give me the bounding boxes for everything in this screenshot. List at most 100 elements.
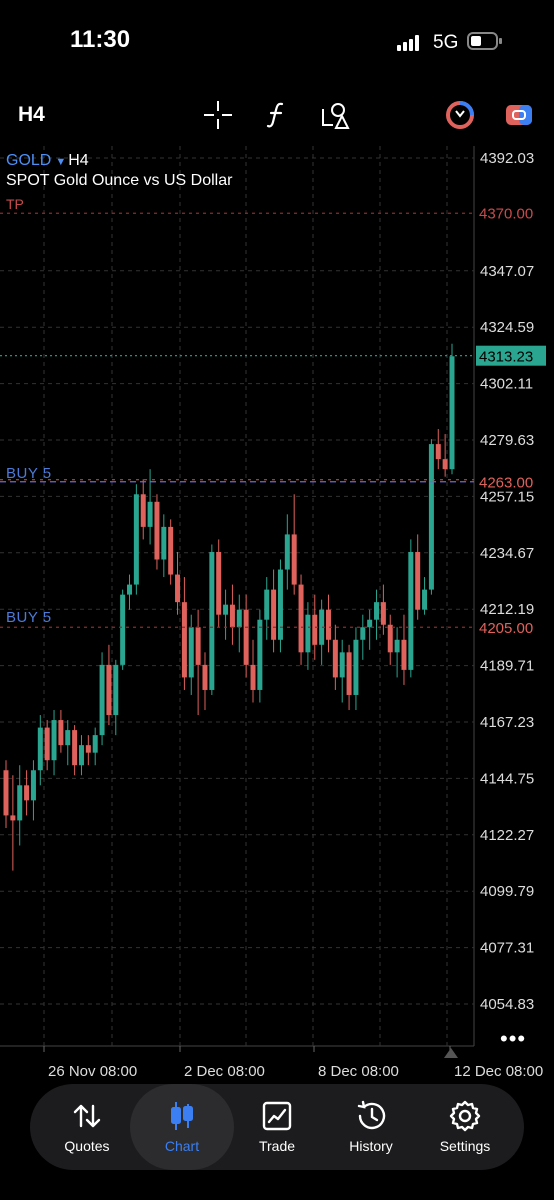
tab-history[interactable]: History — [326, 1084, 416, 1170]
candle-body — [442, 459, 448, 470]
candle-body — [140, 494, 146, 527]
candle-body — [24, 785, 30, 801]
candle-body — [44, 727, 50, 761]
candle-body — [325, 609, 331, 640]
candle-body — [216, 551, 222, 615]
candle-body — [428, 444, 434, 590]
tab-settings[interactable]: Settings — [420, 1084, 510, 1170]
candle-body — [106, 664, 112, 716]
candle-body — [58, 720, 64, 746]
symbol-dropdown-icon[interactable]: ▼ — [55, 156, 66, 168]
time-tick-label: 12 Dec 08:00 — [454, 1063, 543, 1080]
network-type: 5G — [433, 32, 459, 53]
candle-body — [30, 770, 36, 801]
candle-body — [360, 627, 366, 640]
gear-icon — [449, 1100, 481, 1132]
candle-body — [10, 815, 16, 821]
signal-icon — [397, 35, 423, 51]
symbol-name[interactable]: GOLD — [6, 152, 51, 169]
candle-body — [168, 526, 174, 575]
tab-label-settings: Settings — [439, 1138, 491, 1154]
tab-quotes[interactable]: Quotes — [42, 1084, 132, 1170]
price-tick-label: 4279.63 — [480, 432, 534, 449]
candle-body — [387, 624, 393, 653]
candle-body — [147, 501, 153, 527]
indicator-function-icon[interactable] — [260, 98, 294, 132]
one-click-trade-icon[interactable] — [502, 98, 536, 132]
candle-body — [120, 594, 126, 665]
candle-body — [277, 569, 283, 640]
candle-body — [449, 356, 455, 470]
symbol-timeframe: H4 — [68, 152, 89, 169]
symbol-header[interactable]: GOLD ▼ H4 — [6, 152, 89, 170]
candle-body — [257, 619, 263, 690]
candle-body — [243, 609, 249, 665]
candle-body — [312, 614, 318, 645]
candle-body — [17, 785, 23, 821]
price-tick-label: 4167.23 — [480, 714, 534, 731]
order-label-buy-1[interactable]: BUY 5 — [6, 465, 52, 482]
candle-body — [380, 602, 386, 625]
arrows-updown-icon — [73, 1104, 101, 1128]
candle-body — [113, 664, 119, 716]
price-tick-label: 4077.31 — [480, 940, 534, 957]
candle-body — [127, 584, 133, 595]
candle-body — [401, 639, 407, 670]
more-options-icon[interactable]: ••• — [500, 1026, 526, 1052]
line-chart-box-icon — [262, 1101, 292, 1131]
order-label-buy-2[interactable]: BUY 5 — [6, 609, 52, 626]
candle-body — [271, 589, 277, 640]
candle-body — [435, 444, 441, 460]
buy-price-label-1: 4263.00 — [479, 475, 533, 492]
time-tick-label: 26 Nov 08:00 — [48, 1063, 137, 1080]
crosshair-icon[interactable] — [201, 98, 235, 132]
status-time: 11:30 — [70, 26, 131, 53]
timeframe-selector[interactable]: H4 — [18, 103, 45, 127]
candle-body — [284, 534, 290, 570]
candle-body — [298, 584, 304, 653]
candle-body — [415, 551, 421, 610]
price-tick-label: 4234.67 — [480, 545, 534, 562]
candle-body — [65, 730, 71, 746]
candle-body — [195, 627, 201, 665]
price-tick-label: 4054.83 — [480, 996, 534, 1013]
candle-body — [339, 652, 345, 678]
candle-body — [353, 639, 359, 695]
candle-body — [346, 652, 352, 695]
candle-body — [236, 609, 242, 628]
candle-body — [422, 589, 428, 610]
candlestick-chart[interactable]: 4392.034347.074324.594302.114279.634257.… — [0, 146, 554, 1086]
current-price-label: 4313.23 — [479, 349, 533, 366]
price-chart[interactable]: 4392.03 4347.07 4324.59 4302.11 4279.63 4257.… — [0, 146, 554, 1086]
tab-chart[interactable]: Chart — [130, 1084, 234, 1170]
bottom-tab-bar: Quotes Chart Trade History Settings — [30, 1084, 524, 1170]
status-bar: 11:30 5G — [0, 0, 554, 80]
candle-body — [202, 664, 208, 690]
candle-body — [99, 664, 105, 736]
candle-body — [85, 745, 91, 753]
battery-icon — [467, 32, 502, 50]
candle-body — [3, 770, 9, 816]
buy-price-label-2: 4205.00 — [479, 620, 533, 637]
candle-body — [209, 551, 215, 690]
clock-history-icon — [357, 1100, 386, 1130]
candle-body — [374, 602, 380, 620]
candle-body — [394, 639, 400, 653]
candle-body — [223, 604, 229, 615]
tp-line-label: TP — [6, 196, 24, 212]
candle-body — [291, 534, 297, 585]
price-tick-label: 4302.11 — [480, 376, 533, 393]
tab-trade[interactable]: Trade — [232, 1084, 322, 1170]
candle-body — [72, 730, 78, 766]
chart-shift-marker — [444, 1048, 458, 1058]
trade-toggle-icon[interactable] — [443, 98, 477, 132]
candle-body — [51, 720, 57, 761]
candle-body — [264, 589, 270, 620]
candle-body — [305, 614, 311, 653]
price-tick-label: 4099.79 — [480, 883, 534, 900]
candle-body — [133, 494, 139, 585]
candle-body — [37, 727, 43, 771]
objects-shapes-icon[interactable] — [318, 98, 352, 132]
candle-body — [367, 619, 373, 628]
candle-body — [78, 745, 84, 766]
